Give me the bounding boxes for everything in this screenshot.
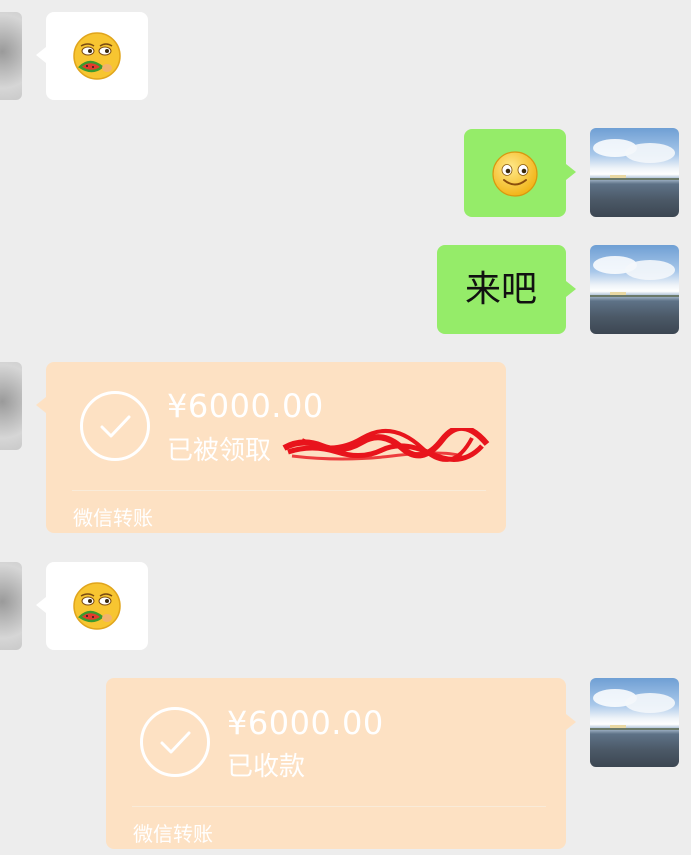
transfer-amount: ¥6000.00 — [167, 387, 324, 425]
check-circle-icon — [140, 707, 210, 777]
transfer-source-label: 微信转账 — [73, 506, 153, 530]
smug-watermelon-face-icon — [73, 582, 121, 630]
my-avatar[interactable] — [590, 245, 679, 334]
transfer-card[interactable]: ¥6000.00 已被领取 微信转账 — [46, 362, 506, 533]
bubble-tail — [36, 47, 46, 63]
landscape-photo — [590, 256, 679, 297]
text-message-bubble[interactable]: 来吧 — [437, 245, 566, 334]
bubble-tail — [566, 281, 576, 297]
emoji-message-bubble[interactable] — [46, 562, 148, 650]
bubble-tail — [566, 164, 576, 180]
redaction-scribble — [282, 428, 490, 462]
divider — [132, 806, 546, 807]
contact-avatar[interactable] — [0, 562, 22, 650]
transfer-amount: ¥6000.00 — [227, 704, 384, 742]
transfer-status: 已收款 — [227, 752, 306, 782]
bubble-tail — [36, 397, 46, 413]
landscape-photo — [590, 689, 679, 730]
landscape-photo — [590, 139, 679, 180]
bubble-tail — [36, 597, 46, 613]
divider — [72, 490, 486, 491]
smug-watermelon-face-icon — [73, 32, 121, 80]
contact-avatar[interactable] — [0, 362, 22, 450]
my-avatar[interactable] — [590, 128, 679, 217]
transfer-status: 已被领取 — [167, 436, 272, 466]
my-avatar[interactable] — [590, 678, 679, 767]
bubble-tail — [566, 714, 576, 730]
smile-face-icon — [492, 151, 538, 197]
emoji-message-bubble[interactable] — [464, 129, 566, 217]
transfer-card[interactable]: ¥6000.00 已收款 微信转账 — [106, 678, 566, 849]
transfer-source-label: 微信转账 — [133, 822, 213, 846]
contact-avatar[interactable] — [0, 12, 22, 100]
emoji-message-bubble[interactable] — [46, 12, 148, 100]
check-circle-icon — [80, 391, 150, 461]
message-text: 来吧 — [465, 269, 538, 310]
